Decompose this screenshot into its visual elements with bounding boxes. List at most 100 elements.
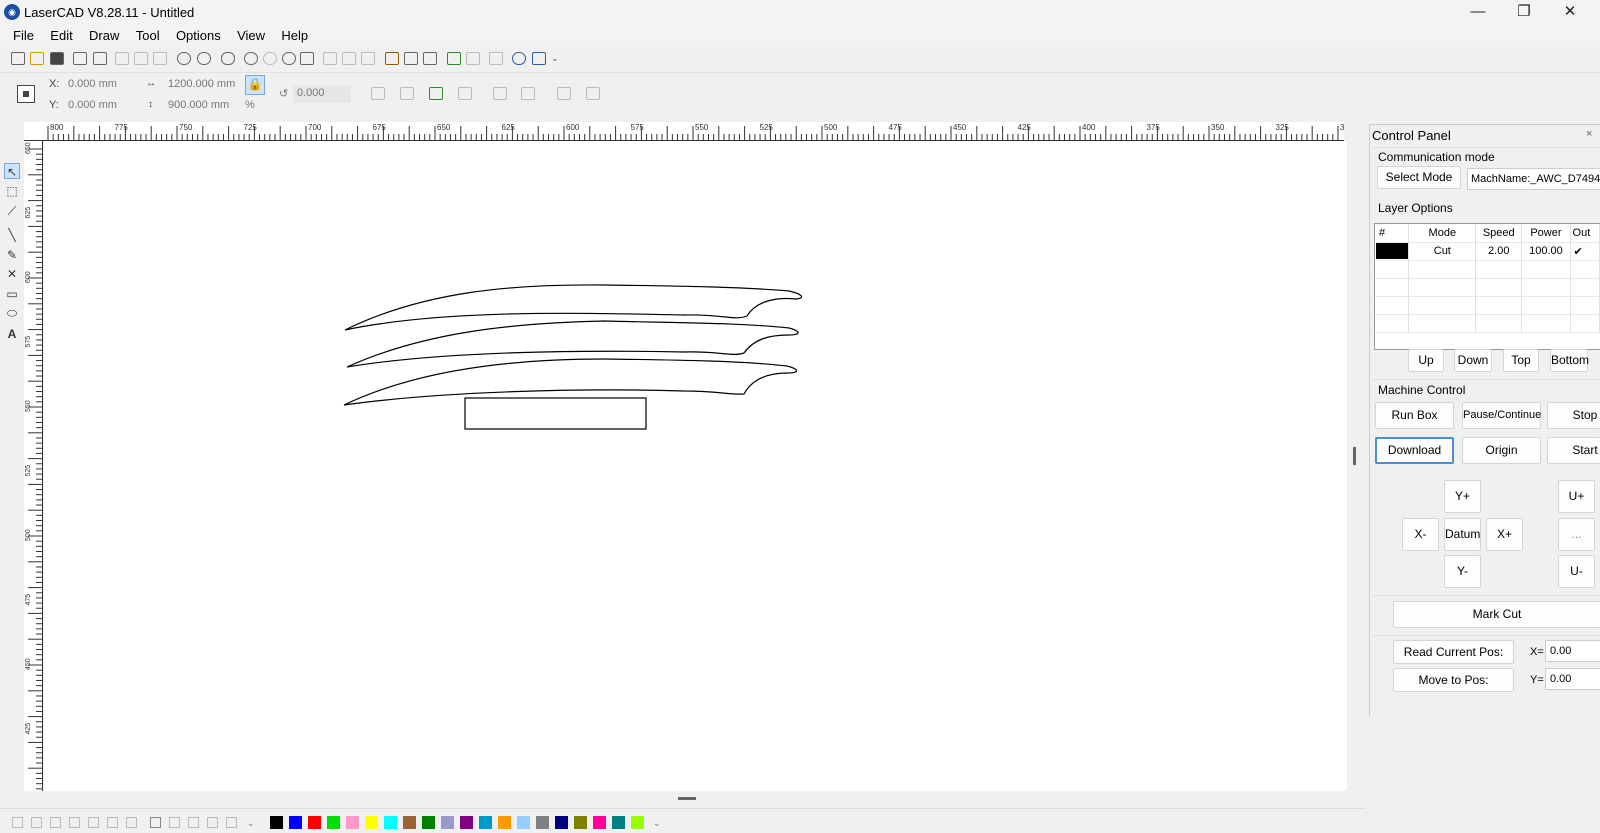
- new-file-icon[interactable]: [11, 52, 25, 65]
- text-rectangle[interactable]: [464, 397, 647, 430]
- jog-u-plus-button[interactable]: U+: [1558, 480, 1595, 513]
- palette-swatch[interactable]: [555, 816, 568, 829]
- datum-button[interactable]: Datum: [1444, 518, 1481, 551]
- frame-icon[interactable]: [489, 52, 503, 65]
- align-right-edge-icon[interactable]: [31, 817, 42, 828]
- palette-swatch[interactable]: [517, 816, 530, 829]
- layer-speed[interactable]: 2.00: [1475, 242, 1523, 261]
- y-pos-input[interactable]: 0.00: [1545, 668, 1600, 690]
- redo-icon[interactable]: [197, 52, 211, 65]
- zoom-in-icon[interactable]: [244, 52, 258, 65]
- jog-u-minus-button[interactable]: U-: [1558, 555, 1595, 588]
- align-vcenter-icon[interactable]: [88, 817, 99, 828]
- undo-icon[interactable]: [177, 52, 191, 65]
- grid-array-icon[interactable]: [404, 52, 418, 65]
- same-height-icon[interactable]: [188, 817, 199, 828]
- mirror-horizontal-icon[interactable]: [371, 87, 385, 100]
- zoom-out-icon[interactable]: [263, 52, 277, 65]
- layer-power[interactable]: 100.00: [1521, 242, 1571, 261]
- maximize-button[interactable]: ❐: [1501, 0, 1547, 25]
- pan-hand-icon[interactable]: [221, 52, 235, 65]
- reference-point-icon[interactable]: [17, 85, 35, 103]
- palette-swatch[interactable]: [422, 816, 435, 829]
- zoom-page-icon[interactable]: [300, 52, 314, 65]
- palette-swatch[interactable]: [346, 816, 359, 829]
- align-center-icon[interactable]: [126, 817, 137, 828]
- layer-path-icon[interactable]: [429, 87, 443, 100]
- palette-swatch[interactable]: [612, 816, 625, 829]
- layer-mode[interactable]: Cut: [1408, 242, 1477, 261]
- align-top-edge-icon[interactable]: [50, 817, 61, 828]
- jog-x-minus-button[interactable]: X-: [1402, 518, 1439, 551]
- import-icon[interactable]: [73, 52, 87, 65]
- download-button[interactable]: Download: [1375, 437, 1454, 464]
- origin-button[interactable]: Origin: [1462, 437, 1541, 464]
- curve-tool-icon[interactable]: ✕: [4, 266, 20, 282]
- palette-overflow-icon[interactable]: ⌄: [653, 818, 661, 829]
- pause-continue-button[interactable]: Pause/Continue: [1462, 402, 1541, 429]
- x-position-field[interactable]: 0.000 mm: [68, 78, 117, 90]
- palette-swatch[interactable]: [479, 816, 492, 829]
- menu-tool[interactable]: Tool: [136, 25, 160, 47]
- copy-icon[interactable]: [134, 52, 148, 65]
- cut-shape-icon[interactable]: [557, 87, 571, 100]
- fill-pattern-icon[interactable]: [586, 87, 600, 100]
- width-field[interactable]: 1200.000 mm: [168, 78, 235, 90]
- draw-pen-icon[interactable]: [385, 52, 399, 65]
- read-current-pos-button[interactable]: Read Current Pos:: [1393, 640, 1514, 664]
- height-field[interactable]: 900.000 mm: [168, 99, 229, 111]
- move-to-pos-button[interactable]: Move to Pos:: [1393, 668, 1514, 692]
- layer-output-checkbox[interactable]: ✔: [1570, 242, 1600, 261]
- minimize-button[interactable]: —: [1455, 0, 1501, 25]
- mark-cut-button[interactable]: Mark Cut: [1393, 601, 1600, 628]
- palette-swatch[interactable]: [289, 816, 302, 829]
- menu-help[interactable]: Help: [281, 25, 308, 47]
- jog-y-plus-button[interactable]: Y+: [1444, 480, 1481, 513]
- edit-node-icon[interactable]: ⟋: [4, 203, 20, 219]
- menu-draw[interactable]: Draw: [89, 25, 119, 47]
- stop-button[interactable]: Stop: [1547, 402, 1600, 429]
- open-file-icon[interactable]: [30, 52, 44, 65]
- horizontal-scroll-handle[interactable]: [678, 797, 696, 800]
- layer-down-button[interactable]: Down: [1454, 349, 1492, 372]
- layer-up-button[interactable]: Up: [1408, 349, 1444, 372]
- center-page-icon[interactable]: [150, 817, 161, 828]
- claw-blade-1[interactable]: [344, 284, 803, 331]
- line-tool-icon[interactable]: ╲: [4, 227, 20, 243]
- paste-icon[interactable]: [153, 52, 167, 65]
- lock-ratio-icon[interactable]: 🔒: [245, 75, 265, 95]
- menu-options[interactable]: Options: [176, 25, 221, 47]
- ellipse-tool-icon[interactable]: ⬭: [4, 305, 20, 321]
- jog-more-button[interactable]: ...: [1558, 518, 1595, 551]
- pen-tool-icon[interactable]: ✎: [4, 247, 20, 263]
- layer-row[interactable]: Cut 2.00 100.00 ✔: [1375, 242, 1600, 261]
- layer-top-button[interactable]: Top: [1503, 349, 1539, 372]
- select-mode-button[interactable]: Select Mode: [1377, 166, 1461, 189]
- palette-swatch[interactable]: [365, 816, 378, 829]
- palette-swatch[interactable]: [593, 816, 606, 829]
- palette-swatch[interactable]: [384, 816, 397, 829]
- drawing-canvas[interactable]: [44, 141, 1347, 791]
- zoom-window-icon[interactable]: [282, 52, 296, 65]
- layer-bottom-button[interactable]: Bottom: [1550, 349, 1589, 372]
- align-bottom-edge-icon[interactable]: [69, 817, 80, 828]
- node-edit-icon[interactable]: [423, 52, 437, 65]
- start-button[interactable]: Start: [1547, 437, 1600, 464]
- y-position-field[interactable]: 0.000 mm: [68, 99, 117, 111]
- menu-file[interactable]: File: [13, 25, 34, 47]
- align-right-icon[interactable]: [521, 87, 535, 100]
- rotation-field[interactable]: 0.000: [293, 85, 351, 103]
- palette-swatch[interactable]: [460, 816, 473, 829]
- layer-order-icon[interactable]: [466, 52, 480, 65]
- align-left-edge-icon[interactable]: [12, 817, 23, 828]
- x-pos-input[interactable]: 0.00: [1545, 640, 1600, 662]
- align-left-icon[interactable]: [493, 87, 507, 100]
- jog-x-plus-button[interactable]: X+: [1486, 518, 1523, 551]
- palette-swatch[interactable]: [498, 816, 511, 829]
- toolbar-overflow-icon[interactable]: ⌄: [551, 53, 559, 64]
- select-node-icon[interactable]: ⬚: [4, 183, 20, 199]
- layer-table[interactable]: # Mode Speed Power Out Cut 2.00 100.00 ✔: [1374, 223, 1600, 350]
- machine-name-field[interactable]: MachName:_AWC_D7494F: [1467, 168, 1600, 190]
- distribute-icon[interactable]: [226, 817, 237, 828]
- save-icon[interactable]: [50, 52, 64, 65]
